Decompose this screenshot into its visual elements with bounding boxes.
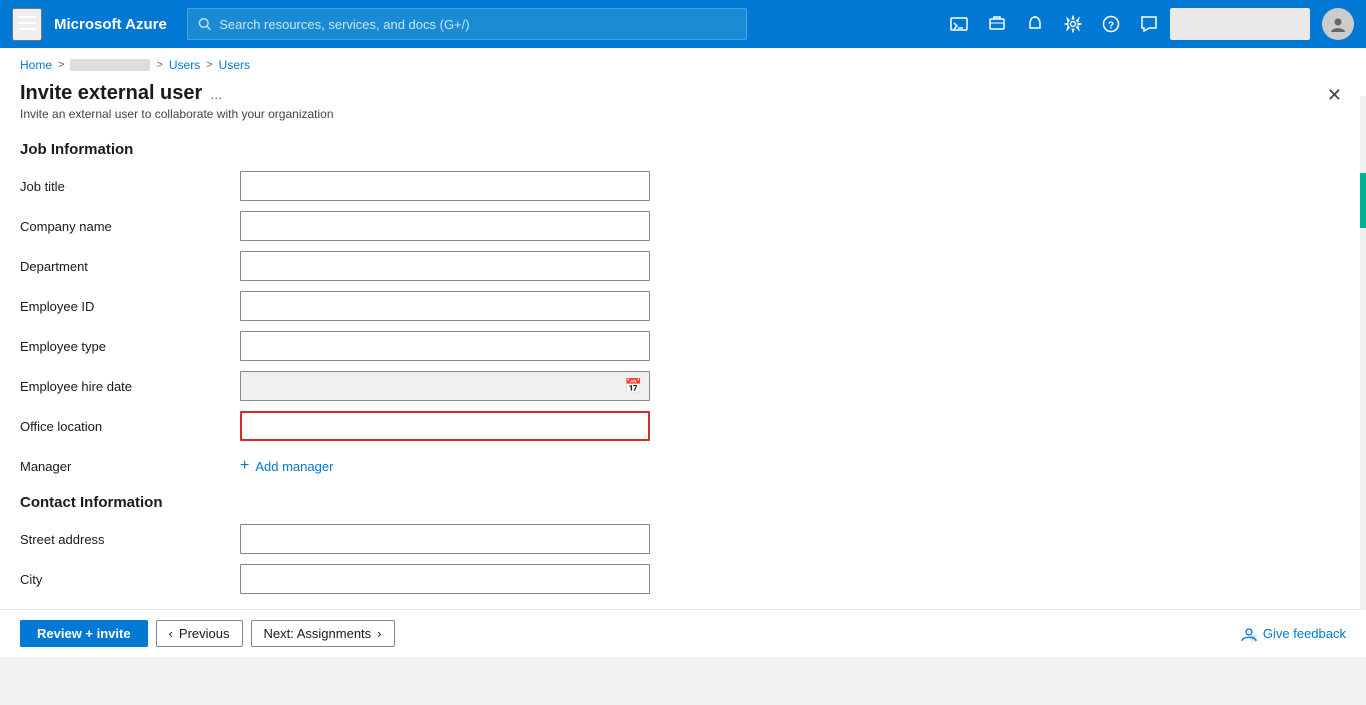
notifications-button[interactable] [1018,9,1052,39]
control-job-title [240,171,650,201]
control-employee-hire-date: 📅 [240,371,650,401]
previous-chevron: ‹ [169,626,173,641]
scrollbar-thumb[interactable] [1360,173,1366,228]
label-company-name: Company name [20,219,240,234]
previous-label: Previous [179,626,230,641]
input-city[interactable] [240,564,650,594]
settings-button[interactable] [1056,9,1090,39]
breadcrumb-users-1[interactable]: Users [169,58,200,72]
label-job-title: Job title [20,179,240,194]
label-city: City [20,572,240,587]
form-row-office-location: Office location [20,410,1346,442]
label-employee-hire-date: Employee hire date [20,379,240,394]
cloud-shell-button[interactable] [942,9,976,39]
contact-section-heading: Contact Information [20,494,1346,511]
page-title-row: Invite external user ... [20,82,334,105]
next-label: Next: Assignments [264,626,372,641]
next-button[interactable]: Next: Assignments › [251,620,395,647]
label-office-location: Office location [20,419,240,434]
hamburger-menu-button[interactable] [12,8,42,41]
plus-icon: + [240,457,249,475]
form-row-employee-hire-date: Employee hire date 📅 [20,370,1346,402]
input-employee-type[interactable] [240,331,650,361]
help-button[interactable]: ? [1094,9,1128,39]
breadcrumb-users-2[interactable]: Users [219,58,250,72]
breadcrumb-sep-2: > [156,59,162,71]
breadcrumb-sep-3: > [206,59,212,71]
breadcrumb: Home > > Users > Users [0,48,1366,78]
breadcrumb-home[interactable]: Home [20,58,52,72]
control-office-location [240,411,650,441]
next-chevron: › [377,626,381,641]
topbar: Microsoft Azure ? [0,0,1366,48]
breadcrumb-blurred [70,59,150,71]
page-subtitle: Invite an external user to collaborate w… [20,107,334,121]
form-row-city: City [20,563,1346,595]
form-row-manager: Manager + Add manager [20,450,1346,482]
input-department[interactable] [240,251,650,281]
feedback-icon: + [1241,626,1257,642]
label-department: Department [20,259,240,274]
form-row-street-address: Street address [20,523,1346,555]
svg-text:+: + [1251,635,1255,642]
scrollbar-track [1360,96,1366,609]
close-button[interactable]: ✕ [1323,82,1346,108]
control-employee-type [240,331,650,361]
control-manager: + Add manager [240,457,650,475]
search-input[interactable] [219,17,736,32]
control-street-address [240,524,650,554]
account-name-box [1170,8,1310,40]
job-section-heading: Job Information [20,141,1346,158]
input-job-title[interactable] [240,171,650,201]
add-manager-label: Add manager [255,459,333,474]
give-feedback-button[interactable]: + Give feedback [1241,626,1346,642]
review-invite-button[interactable]: Review + invite [20,620,148,647]
previous-button[interactable]: ‹ Previous [156,620,243,647]
action-bar: Review + invite ‹ Previous Next: Assignm… [0,609,1366,657]
input-employee-id[interactable] [240,291,650,321]
label-employee-id: Employee ID [20,299,240,314]
breadcrumb-sep-1: > [58,59,64,71]
calendar-icon[interactable]: 📅 [625,378,642,395]
input-employee-hire-date[interactable] [240,371,650,401]
form-row-department: Department [20,250,1346,282]
feedback-topbar-button[interactable] [1132,9,1166,39]
main-content: Home > > Users > Users Invite external u… [0,48,1366,657]
input-office-location[interactable] [240,411,650,441]
form-row-company-name: Company name [20,210,1346,242]
page-header-content: Invite external user ... Invite an exter… [20,82,334,121]
input-street-address[interactable] [240,524,650,554]
page-header: Invite external user ... Invite an exter… [0,78,1366,129]
label-street-address: Street address [20,532,240,547]
search-icon [198,17,211,31]
add-manager-button[interactable]: + Add manager [240,457,333,475]
topbar-icon-group: ? [942,8,1354,40]
directory-button[interactable] [980,9,1014,39]
control-city [240,564,650,594]
give-feedback-label: Give feedback [1263,626,1346,641]
label-employee-type: Employee type [20,339,240,354]
input-company-name[interactable] [240,211,650,241]
page-title-ellipsis[interactable]: ... [210,86,222,102]
svg-text:?: ? [1108,21,1114,32]
search-box[interactable] [187,8,747,40]
azure-logo: Microsoft Azure [54,16,167,33]
page-title-text: Invite external user [20,82,202,105]
form-row-employee-type: Employee type [20,330,1346,362]
control-department [240,251,650,281]
control-company-name [240,211,650,241]
account-avatar[interactable] [1322,8,1354,40]
form-row-job-title: Job title [20,170,1346,202]
control-employee-id [240,291,650,321]
label-manager: Manager [20,459,240,474]
form-scroll-area: Job Information Job title Company name D… [0,129,1366,609]
form-row-employee-id: Employee ID [20,290,1346,322]
